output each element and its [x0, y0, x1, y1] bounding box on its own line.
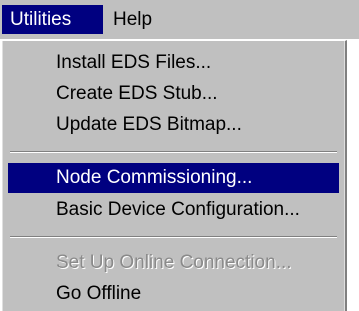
menu-separator	[10, 236, 337, 238]
menu-utilities[interactable]: Utilities	[2, 5, 103, 34]
utilities-dropdown-menu: Install EDS Files... Create EDS Stub... …	[0, 40, 347, 311]
menu-separator	[10, 151, 337, 153]
menu-item-update-eds-bitmap[interactable]: Update EDS Bitmap...	[8, 110, 339, 140]
menu-bar: Utilities Help	[0, 0, 359, 40]
menu-item-create-eds-stub[interactable]: Create EDS Stub...	[8, 79, 339, 109]
menu-item-go-offline[interactable]: Go Offline	[8, 279, 339, 309]
menu-item-install-eds-files[interactable]: Install EDS Files...	[8, 48, 339, 78]
menu-help[interactable]: Help	[105, 5, 175, 34]
menu-item-basic-device-configuration[interactable]: Basic Device Configuration...	[8, 195, 339, 225]
menu-item-set-up-online-connection: Set Up Online Connection...	[56, 252, 292, 273]
background-gap	[347, 40, 359, 311]
menu-item-node-commissioning[interactable]: Node Commissioning...	[8, 163, 339, 193]
